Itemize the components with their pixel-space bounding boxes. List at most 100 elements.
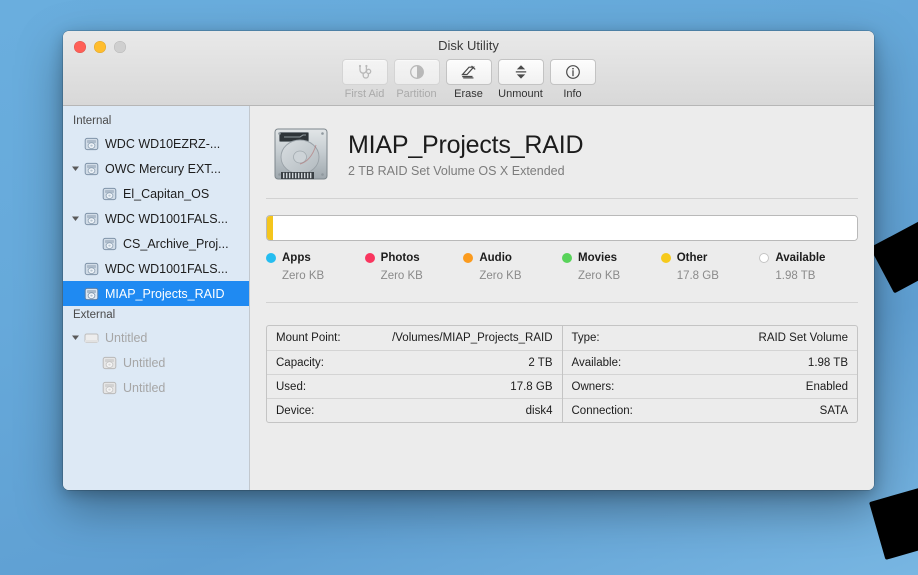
capacity-segment-available [272, 216, 857, 240]
toolbar-label-first-aid: First Aid [344, 88, 385, 100]
disk-icon [83, 161, 100, 177]
pie-partition-icon [393, 59, 440, 85]
capacity-legend: Apps Zero KB Photos Zero KB Audio Zero KB Movi… [266, 252, 858, 282]
toolbar-button-partition[interactable]: Partition [393, 59, 440, 100]
legend-label: Available [775, 252, 826, 264]
toolbar-button-erase[interactable]: Erase [445, 59, 492, 100]
sidebar-item-untitled[interactable]: Untitled [63, 375, 249, 400]
info-value: Enabled [805, 380, 848, 393]
chevron-down-icon[interactable] [67, 214, 83, 223]
desktop-decoration-shape-bottom [869, 484, 918, 560]
info-key: Used: [276, 380, 307, 393]
desktop-background: Disk Utility First Aid Partition Erase U… [0, 0, 918, 575]
sidebar-item-wdc-wd10ezrz[interactable]: WDC WD10EZRZ-... [63, 131, 249, 156]
info-section: Mount Point: /Volumes/MIAP_Projects_RAID C… [266, 303, 858, 423]
sidebar-item-label: WDC WD1001FALS... [105, 211, 228, 226]
chevron-down-icon[interactable] [67, 164, 83, 173]
legend-label: Photos [380, 252, 420, 264]
legend-color-dot [364, 253, 375, 263]
toolbar-button-info[interactable]: Info [549, 59, 596, 100]
legend-row: Apps [266, 252, 365, 264]
sidebar-item-untitled[interactable]: Untitled [63, 325, 249, 350]
info-value: 1.98 TB [807, 356, 848, 369]
legend-value: Zero KB [578, 270, 621, 282]
sidebar-item-owc-mercury-ext[interactable]: OWC Mercury EXT... [63, 156, 249, 181]
legend-item-photos: Photos Zero KB [364, 252, 464, 282]
sidebar-item-untitled[interactable]: Untitled [63, 350, 249, 375]
info-key: Capacity: [276, 356, 324, 369]
info-row: Owners: Enabled [562, 374, 857, 398]
info-circle-icon [549, 59, 596, 85]
disk-utility-window: Disk Utility First Aid Partition Erase U… [63, 31, 874, 490]
info-value: 17.8 GB [510, 380, 553, 393]
toolbar-label-unmount: Unmount [498, 88, 543, 100]
legend-item-movies: Movies Zero KB [562, 252, 661, 282]
info-row: Available: 1.98 TB [562, 350, 857, 374]
info-key: Mount Point: [276, 332, 341, 344]
sidebar-item-label: Untitled [123, 355, 166, 370]
legend-value: Zero KB [479, 270, 522, 282]
capacity-section: Apps Zero KB Photos Zero KB Audio Zero KB Movi… [266, 199, 858, 282]
eject-unmount-icon [497, 59, 544, 85]
sidebar-item-cs-archive-proj[interactable]: CS_Archive_Proj... [63, 231, 249, 256]
stethoscope-icon [341, 59, 388, 85]
info-key: Available: [571, 356, 622, 369]
page-title: MIAP_Projects_RAID [348, 130, 584, 159]
sidebar-item-wdc-wd1001fals[interactable]: WDC WD1001FALS... [63, 206, 249, 231]
disk-icon [83, 136, 100, 152]
info-row: Used: 17.8 GB [267, 374, 562, 398]
sidebar-item-label: OWC Mercury EXT... [105, 161, 221, 176]
legend-label: Audio [479, 252, 512, 264]
volume-icon [101, 355, 118, 371]
legend-color-dot [266, 253, 276, 263]
info-key: Connection: [571, 404, 633, 417]
info-key: Device: [276, 404, 315, 417]
info-key: Type: [571, 332, 600, 344]
sidebar-item-wdc-wd1001fals[interactable]: WDC WD1001FALS... [63, 256, 249, 281]
sidebar-item-el-capitan-os[interactable]: El_Capitan_OS [63, 181, 249, 206]
toolbar-label-partition: Partition [396, 88, 437, 100]
device-sidebar: Internal WDC WD10EZRZ-... OWC Mercury EXT.… [63, 106, 250, 490]
info-row: Mount Point: /Volumes/MIAP_Projects_RAID [267, 326, 562, 350]
info-row: Type: RAID Set Volume [563, 326, 858, 350]
capacity-bar [266, 215, 858, 241]
legend-item-audio: Audio Zero KB [463, 252, 562, 282]
info-table-right-column: Type: RAID Set Volume Available: 1.98 TB Own… [561, 326, 858, 422]
desktop-decoration-shape-top [869, 214, 918, 294]
main-pane: MIAP_Projects_RAID 2 TB RAID Set Volume … [250, 106, 874, 490]
sidebar-item-label: WDC WD10EZRZ-... [105, 136, 221, 151]
info-value: /Volumes/MIAP_Projects_RAID [392, 332, 553, 344]
legend-color-dot [562, 253, 573, 263]
toolbar: First Aid Partition Erase Unmount Info [63, 59, 874, 100]
legend-row: Available [759, 252, 858, 264]
legend-color-dot [660, 253, 671, 263]
disk-icon [83, 261, 100, 277]
window-body: Internal WDC WD10EZRZ-... OWC Mercury EXT.… [63, 106, 874, 490]
legend-row: Movies [562, 252, 661, 264]
legend-label: Other [676, 252, 708, 264]
disk-icon [83, 330, 100, 346]
sidebar-item-label: Untitled [105, 330, 148, 345]
volume-icon [101, 186, 118, 202]
sidebar-item-label: Untitled [123, 380, 166, 395]
volume-icon [83, 286, 100, 302]
disk-icon [83, 211, 100, 227]
sidebar-group-title-external: External [73, 309, 116, 321]
info-value: disk4 [525, 404, 553, 417]
legend-row: Audio [463, 252, 562, 264]
sidebar-item-miap-projects-raid[interactable]: MIAP_Projects_RAID [63, 281, 249, 306]
info-row: Capacity: 2 TB [267, 350, 562, 374]
info-table-left-column: Mount Point: /Volumes/MIAP_Projects_RAID C… [267, 326, 562, 422]
legend-value: 17.8 GB [676, 270, 719, 282]
legend-row: Photos [364, 252, 464, 264]
volume-description: 2 TB RAID Set Volume OS X Extended [348, 163, 565, 178]
info-value: RAID Set Volume [758, 332, 848, 344]
volume-info-table: Mount Point: /Volumes/MIAP_Projects_RAID C… [266, 325, 858, 423]
chevron-down-icon[interactable] [67, 333, 83, 342]
toolbar-button-unmount[interactable]: Unmount [497, 59, 544, 100]
window-title: Disk Utility [438, 38, 499, 53]
toolbar-button-first-aid[interactable]: First Aid [341, 59, 388, 100]
erase-pencil-icon [445, 59, 492, 85]
info-value: SATA [819, 404, 848, 417]
legend-value: Zero KB [282, 270, 325, 282]
